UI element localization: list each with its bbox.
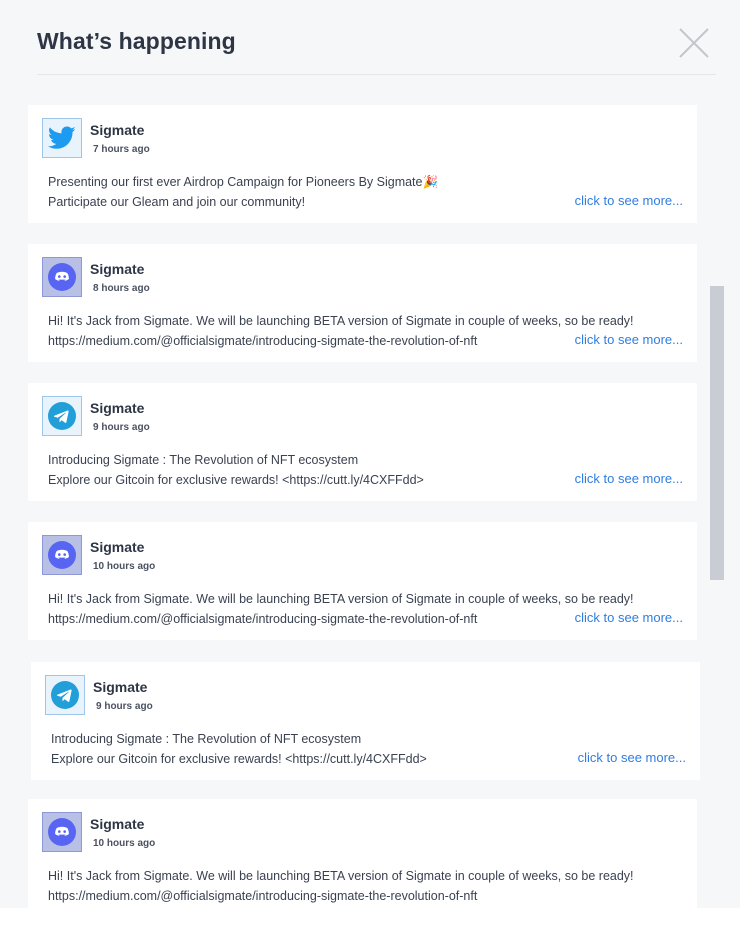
feed-card[interactable]: Sigmate 8 hours ago Hi! It's Jack from S… bbox=[28, 244, 697, 362]
feed-card[interactable]: Sigmate 9 hours ago Introducing Sigmate … bbox=[31, 662, 700, 780]
see-more-link[interactable]: click to see more... bbox=[578, 750, 686, 765]
post-text-line: Introducing Sigmate : The Revolution of … bbox=[48, 453, 359, 467]
telegram-icon bbox=[51, 681, 79, 709]
avatar bbox=[45, 675, 85, 715]
avatar bbox=[42, 812, 82, 852]
see-more-link[interactable]: click to see more... bbox=[575, 471, 683, 486]
post-text-line: Explore our Gitcoin for exclusive reward… bbox=[51, 752, 427, 766]
avatar bbox=[42, 535, 82, 575]
page-title: What’s happening bbox=[37, 28, 236, 54]
post-time: 8 hours ago bbox=[93, 283, 150, 294]
header-divider bbox=[37, 74, 716, 75]
discord-icon bbox=[48, 818, 76, 846]
post-text-line: https://medium.com/@officialsigmate/intr… bbox=[48, 334, 478, 348]
author-name: Sigmate bbox=[90, 539, 145, 555]
bottom-area bbox=[0, 908, 740, 947]
author-name: Sigmate bbox=[90, 400, 145, 416]
author-name: Sigmate bbox=[90, 816, 145, 832]
discord-icon bbox=[48, 263, 76, 291]
post-text-line: https://medium.com/@officialsigmate/intr… bbox=[48, 612, 478, 626]
post-time: 9 hours ago bbox=[96, 701, 153, 712]
author-name: Sigmate bbox=[93, 679, 148, 695]
post-time: 10 hours ago bbox=[93, 561, 156, 572]
post-text-line: Hi! It's Jack from Sigmate. We will be l… bbox=[48, 592, 634, 606]
post-text-line: Introducing Sigmate : The Revolution of … bbox=[51, 732, 362, 746]
post-text-line: Explore our Gitcoin for exclusive reward… bbox=[48, 473, 424, 487]
post-text-line: Presenting our first ever Airdrop Campai… bbox=[48, 175, 439, 189]
feed-card[interactable]: Sigmate 10 hours ago Hi! It's Jack from … bbox=[28, 522, 697, 640]
post-time: 9 hours ago bbox=[93, 422, 150, 433]
see-more-link[interactable]: click to see more... bbox=[575, 193, 683, 208]
see-more-link[interactable]: click to see more... bbox=[575, 332, 683, 347]
avatar bbox=[42, 396, 82, 436]
close-icon bbox=[679, 28, 709, 58]
post-text-line: Hi! It's Jack from Sigmate. We will be l… bbox=[48, 869, 634, 883]
avatar bbox=[42, 118, 82, 158]
post-time: 10 hours ago bbox=[93, 838, 156, 849]
telegram-icon bbox=[48, 402, 76, 430]
avatar bbox=[42, 257, 82, 297]
whats-happening-panel: What’s happening Sigmate 7 hours ago Pre… bbox=[0, 0, 740, 908]
feed-card[interactable]: Sigmate 10 hours ago Hi! It's Jack from … bbox=[28, 799, 697, 908]
post-text-line: https://medium.com/@officialsigmate/intr… bbox=[48, 889, 478, 903]
feed-card[interactable]: Sigmate 9 hours ago Introducing Sigmate … bbox=[28, 383, 697, 501]
close-button[interactable] bbox=[678, 27, 710, 59]
author-name: Sigmate bbox=[90, 261, 145, 277]
post-text-line: Hi! It's Jack from Sigmate. We will be l… bbox=[48, 314, 634, 328]
post-time: 7 hours ago bbox=[93, 144, 150, 155]
discord-icon bbox=[48, 541, 76, 569]
scrollbar-thumb[interactable] bbox=[710, 286, 724, 580]
twitter-icon bbox=[48, 126, 76, 149]
post-text-line: Participate our Gleam and join our commu… bbox=[48, 195, 306, 209]
see-more-link[interactable]: click to see more... bbox=[575, 610, 683, 625]
feed-card[interactable]: Sigmate 7 hours ago Presenting our first… bbox=[28, 105, 697, 223]
author-name: Sigmate bbox=[90, 122, 145, 138]
